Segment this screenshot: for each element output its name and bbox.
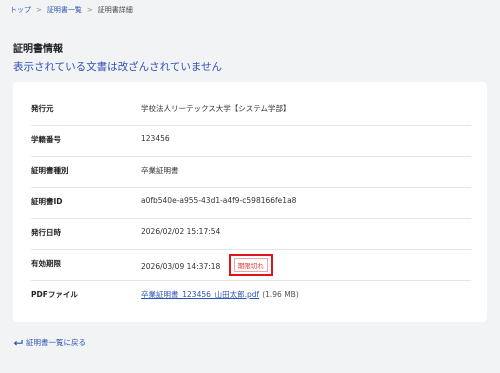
issuer-value: 学校法人リーテックス大学【システム学部】 <box>141 104 291 113</box>
return-arrow-icon <box>13 339 23 347</box>
detail-row-pdf-file: PDFファイル 卒業証明書_123456_山田太郎.pdf (1.96 MB) <box>31 280 471 311</box>
detail-label: 証明書ID <box>31 197 63 206</box>
detail-row-certificate-id: 証明書ID a0fb540e-a955-43d1-a4f9-c598166fe1… <box>31 187 471 219</box>
back-to-list-label: 証明書一覧に戻る <box>26 338 86 347</box>
expired-badge-highlight: 期限切れ <box>228 254 273 276</box>
detail-label: 発行日時 <box>31 228 61 237</box>
detail-label: 発行元 <box>31 104 54 113</box>
detail-row-expiry: 有効期限 2026/03/09 14:37:18 期限切れ <box>31 249 471 281</box>
expiry-value-container: 2026/03/09 14:37:18 期限切れ <box>141 254 273 277</box>
expired-badge: 期限切れ <box>233 258 268 272</box>
breadcrumb: トップ > 証明書一覧 > 証明書詳細 <box>10 5 133 15</box>
pdf-download-link[interactable]: 卒業証明書_123456_山田太郎.pdf <box>141 290 259 299</box>
detail-row-issued-at: 発行日時 2026/02/02 15:17:54 <box>31 218 471 250</box>
detail-label: PDFファイル <box>31 290 78 299</box>
student-number-value: 123456 <box>141 134 170 143</box>
back-to-list-link[interactable]: 証明書一覧に戻る <box>13 337 86 348</box>
expiry-value: 2026/03/09 14:37:18 <box>141 262 221 271</box>
detail-row-issuer: 発行元 学校法人リーテックス大学【システム学部】 <box>31 94 471 126</box>
breadcrumb-separator: > <box>86 6 93 14</box>
detail-row-student-number: 学籍番号 123456 <box>31 125 471 157</box>
detail-label: 学籍番号 <box>31 135 61 144</box>
page-title: 証明書情報 <box>13 44 63 55</box>
certificate-type-value: 卒業証明書 <box>141 166 179 175</box>
detail-label: 証明書種別 <box>31 166 69 175</box>
certificate-id-value: a0fb540e-a955-43d1-a4f9-c598166fe1a8 <box>141 196 297 205</box>
detail-label: 有効期限 <box>31 259 61 268</box>
breadcrumb-top[interactable]: トップ <box>10 5 31 15</box>
breadcrumb-current: 証明書詳細 <box>97 6 133 14</box>
pdf-file-value: 卒業証明書_123456_山田太郎.pdf (1.96 MB) <box>141 289 299 300</box>
certificate-details-card: 発行元 学校法人リーテックス大学【システム学部】 学籍番号 123456 証明書… <box>13 82 487 322</box>
breadcrumb-separator: > <box>36 6 42 14</box>
issued-at-value: 2026/02/02 15:17:54 <box>141 227 221 236</box>
pdf-file-size: (1.96 MB) <box>262 290 299 299</box>
breadcrumb-certificate-list[interactable]: 証明書一覧 <box>47 5 82 15</box>
detail-row-certificate-type: 証明書種別 卒業証明書 <box>31 156 471 188</box>
tamper-check-message: 表示されている文書は改ざんされていません <box>13 61 223 73</box>
